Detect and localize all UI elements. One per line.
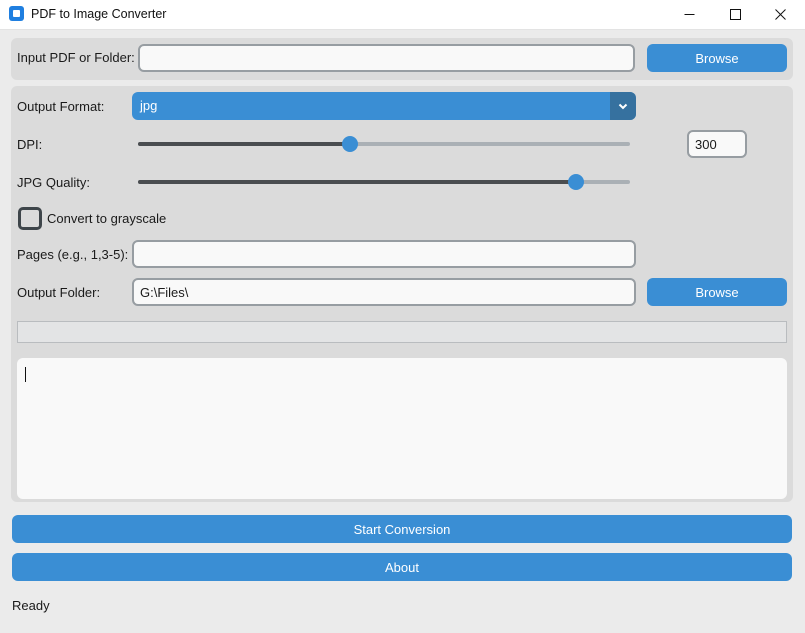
app-icon <box>9 6 24 21</box>
dpi-slider-thumb[interactable] <box>341 136 358 152</box>
dropdown-arrow-button[interactable] <box>610 92 636 120</box>
title-bar: PDF to Image Converter <box>0 0 805 30</box>
input-frame: Input PDF or Folder: Browse <box>11 38 793 80</box>
output-folder-label: Output Folder: <box>17 285 101 300</box>
input-path-field[interactable] <box>138 44 635 72</box>
jpg-quality-label: JPG Quality: <box>17 175 90 190</box>
dpi-label: DPI: <box>17 137 43 152</box>
pages-label: Pages (e.g., 1,3-5): <box>17 247 129 262</box>
close-icon <box>774 9 786 20</box>
output-format-value: jpg <box>140 98 158 113</box>
input-browse-button[interactable]: Browse <box>647 44 787 72</box>
jpg-quality-slider-fill <box>138 180 576 184</box>
input-label: Input PDF or Folder: <box>17 50 135 65</box>
output-format-label: Output Format: <box>17 99 105 114</box>
grayscale-checkbox[interactable] <box>18 207 42 230</box>
options-frame: Output Format: jpg DPI: JPG Quality: Con… <box>11 86 793 502</box>
maximize-icon <box>729 9 741 20</box>
chevron-down-icon <box>618 103 628 109</box>
log-textbox[interactable] <box>17 358 787 499</box>
text-caret <box>25 367 26 382</box>
output-format-dropdown[interactable]: jpg <box>132 92 636 120</box>
status-text: Ready <box>12 598 50 613</box>
jpg-quality-slider-thumb[interactable] <box>567 174 584 190</box>
dpi-value-field[interactable] <box>687 130 747 158</box>
minimize-button[interactable] <box>666 0 712 29</box>
maximize-button[interactable] <box>712 0 758 29</box>
pages-field[interactable] <box>132 240 636 268</box>
minimize-icon <box>684 14 694 15</box>
about-button[interactable]: About <box>12 553 792 581</box>
dpi-slider[interactable] <box>138 136 630 152</box>
output-browse-button[interactable]: Browse <box>647 278 787 306</box>
progress-bar <box>17 321 787 343</box>
grayscale-label[interactable]: Convert to grayscale <box>47 211 166 226</box>
dpi-slider-fill <box>138 142 350 146</box>
output-folder-field[interactable] <box>132 278 636 306</box>
jpg-quality-slider[interactable] <box>138 174 630 190</box>
window-title: PDF to Image Converter <box>31 7 167 21</box>
start-conversion-button[interactable]: Start Conversion <box>12 515 792 543</box>
close-button[interactable] <box>757 0 803 29</box>
